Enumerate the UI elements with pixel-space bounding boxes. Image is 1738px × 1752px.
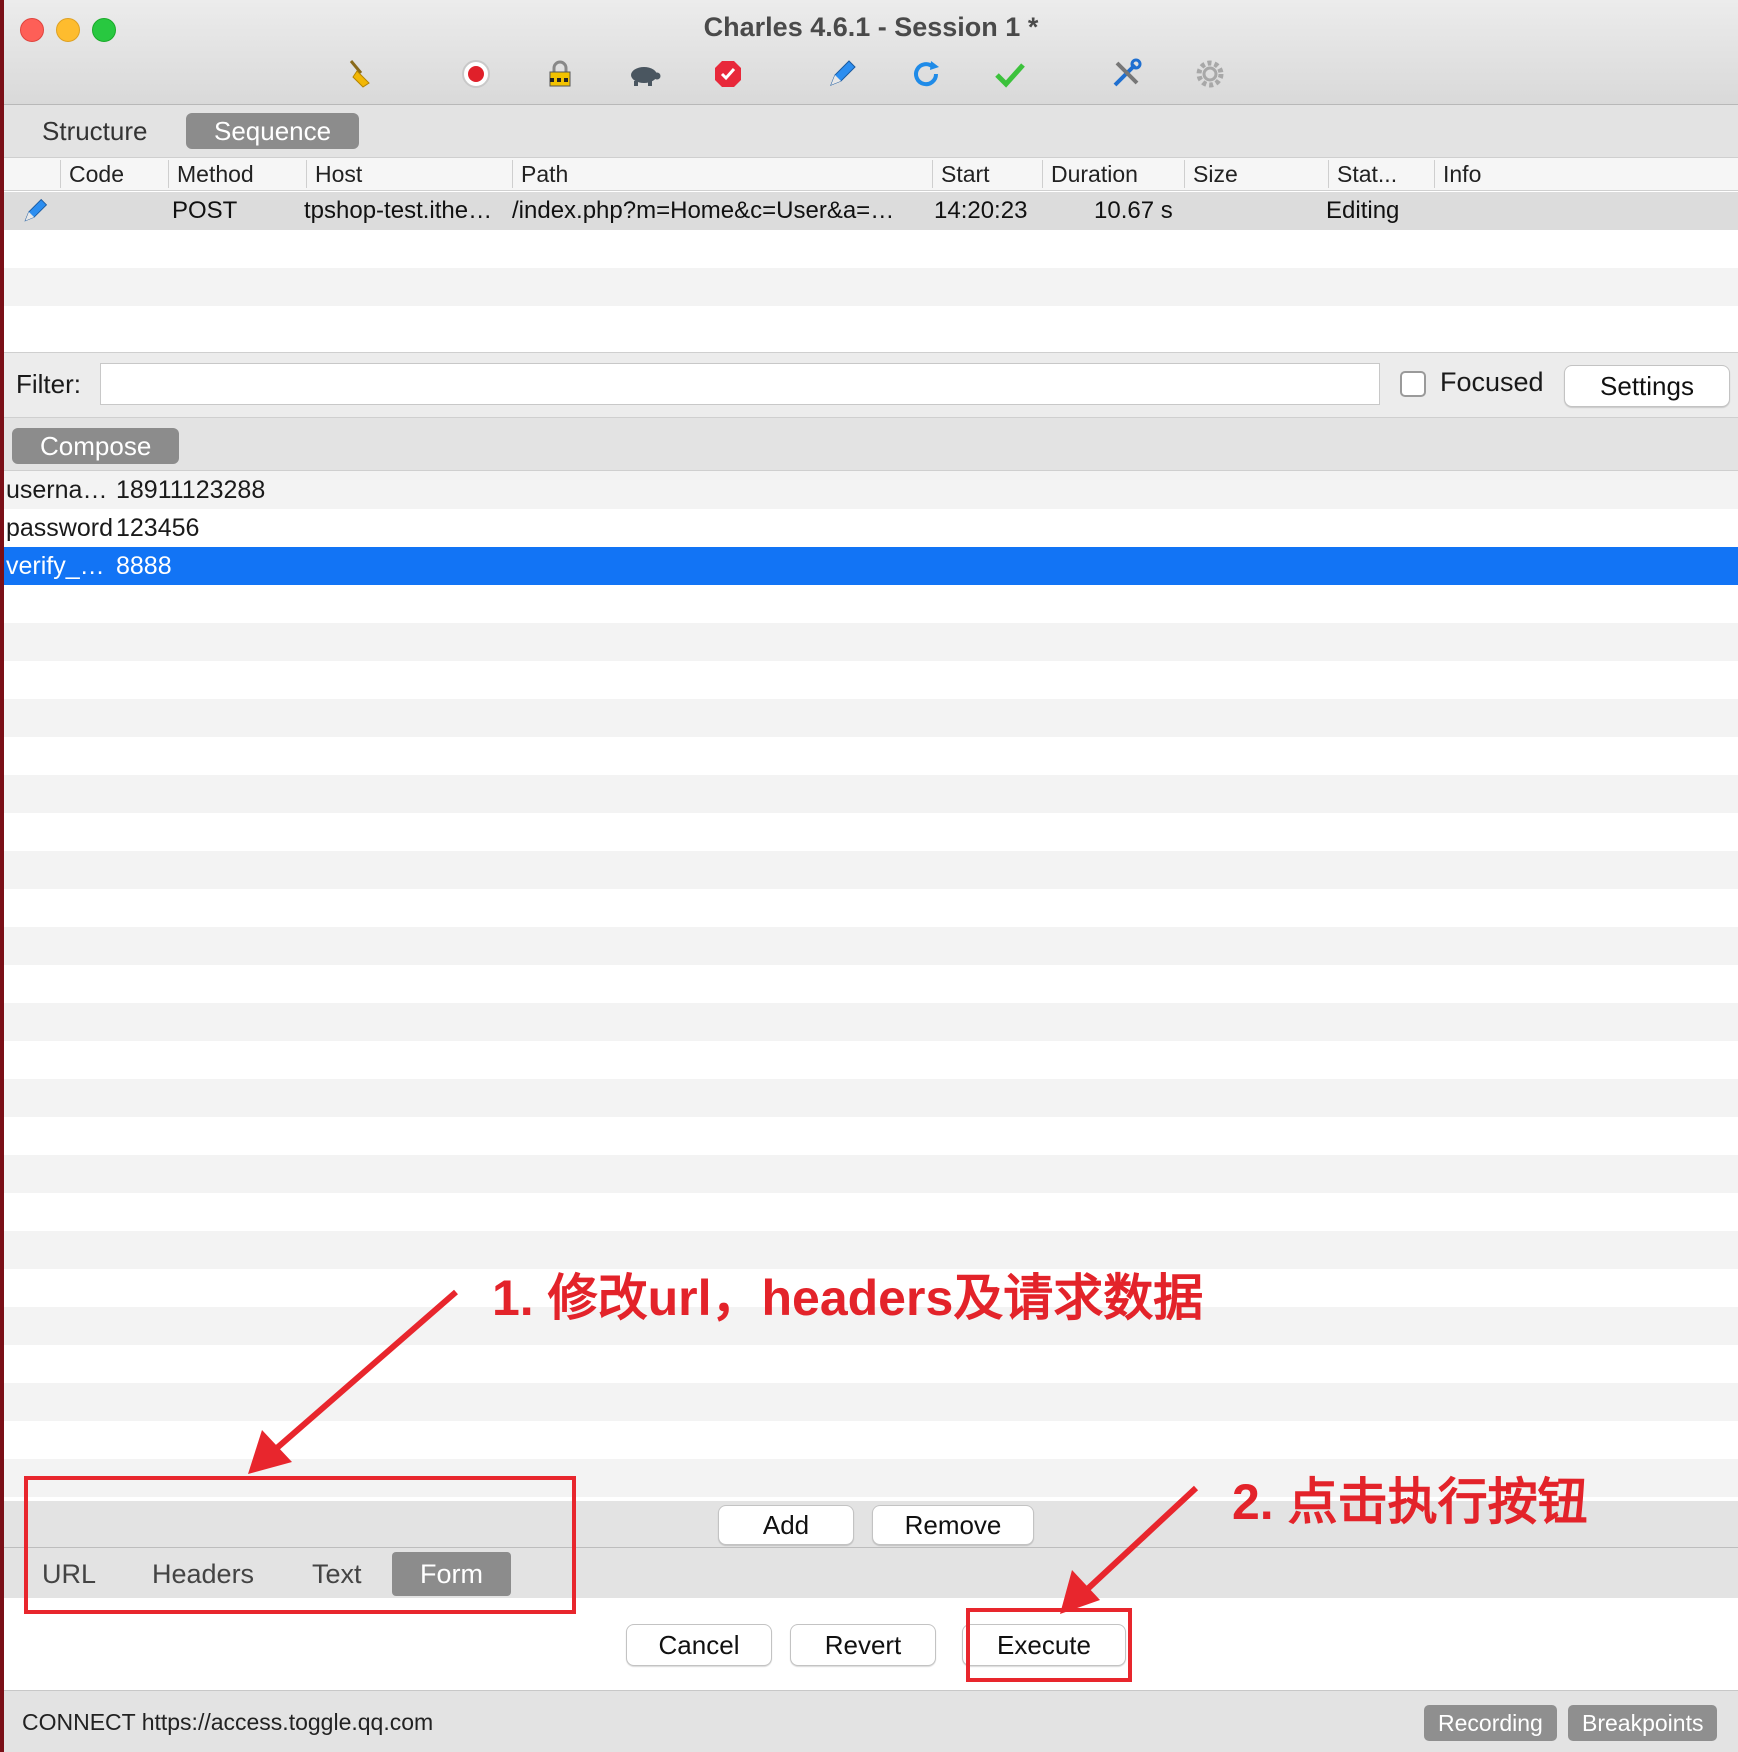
annotation-arrows bbox=[248, 1289, 1199, 1614]
annotation-arrow-1 bbox=[248, 1289, 458, 1474]
annotation-arrow-2 bbox=[1060, 1485, 1199, 1614]
